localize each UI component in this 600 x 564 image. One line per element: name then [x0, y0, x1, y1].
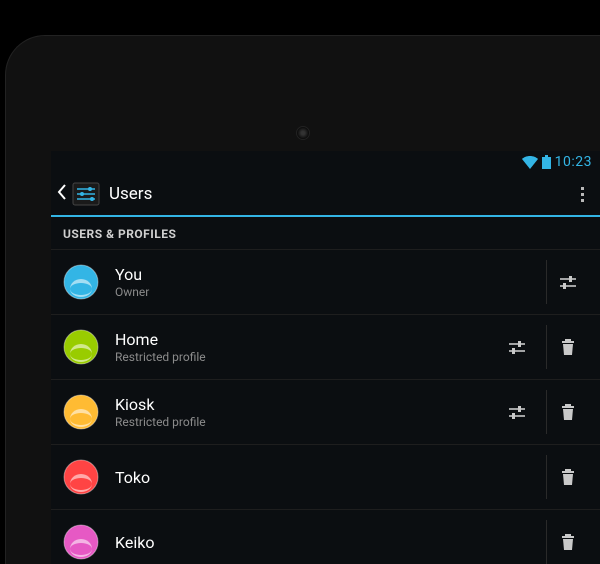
- clock: 10:23: [555, 154, 592, 170]
- user-name: Keiko: [115, 533, 538, 552]
- user-name: Kiosk: [115, 395, 496, 414]
- user-name: Toko: [115, 468, 538, 487]
- battery-icon: [542, 155, 551, 169]
- page-title: Users: [109, 184, 570, 204]
- user-name: You: [115, 265, 538, 284]
- trash-icon[interactable]: [546, 455, 588, 499]
- settings-sliders-icon[interactable]: [496, 325, 538, 369]
- status-bar: 10:23: [51, 151, 600, 173]
- trash-icon[interactable]: [546, 325, 588, 369]
- user-row[interactable]: YouOwner: [51, 250, 600, 315]
- user-subtitle: Restricted profile: [115, 415, 496, 429]
- avatar-icon: [63, 329, 99, 365]
- user-subtitle: Restricted profile: [115, 350, 496, 364]
- trash-icon[interactable]: [546, 520, 588, 564]
- settings-sliders-icon[interactable]: [546, 260, 588, 304]
- settings-icon[interactable]: [71, 179, 101, 209]
- user-row[interactable]: Toko: [51, 445, 600, 510]
- avatar-icon: [63, 394, 99, 430]
- user-row[interactable]: Keiko: [51, 510, 600, 564]
- action-bar: Users: [51, 173, 600, 217]
- section-header: USERS & PROFILES: [51, 217, 600, 250]
- avatar-icon: [63, 264, 99, 300]
- settings-sliders-icon[interactable]: [496, 390, 538, 434]
- wifi-icon: [522, 156, 538, 169]
- user-subtitle: Owner: [115, 285, 538, 299]
- avatar-icon: [63, 459, 99, 495]
- back-icon[interactable]: [55, 184, 71, 204]
- overflow-menu-icon[interactable]: [570, 181, 594, 208]
- trash-icon[interactable]: [546, 390, 588, 434]
- user-row[interactable]: HomeRestricted profile: [51, 315, 600, 380]
- user-name: Home: [115, 330, 496, 349]
- avatar-icon: [63, 524, 99, 560]
- user-list: YouOwnerHomeRestricted profileKioskRestr…: [51, 250, 600, 564]
- user-row[interactable]: KioskRestricted profile: [51, 380, 600, 445]
